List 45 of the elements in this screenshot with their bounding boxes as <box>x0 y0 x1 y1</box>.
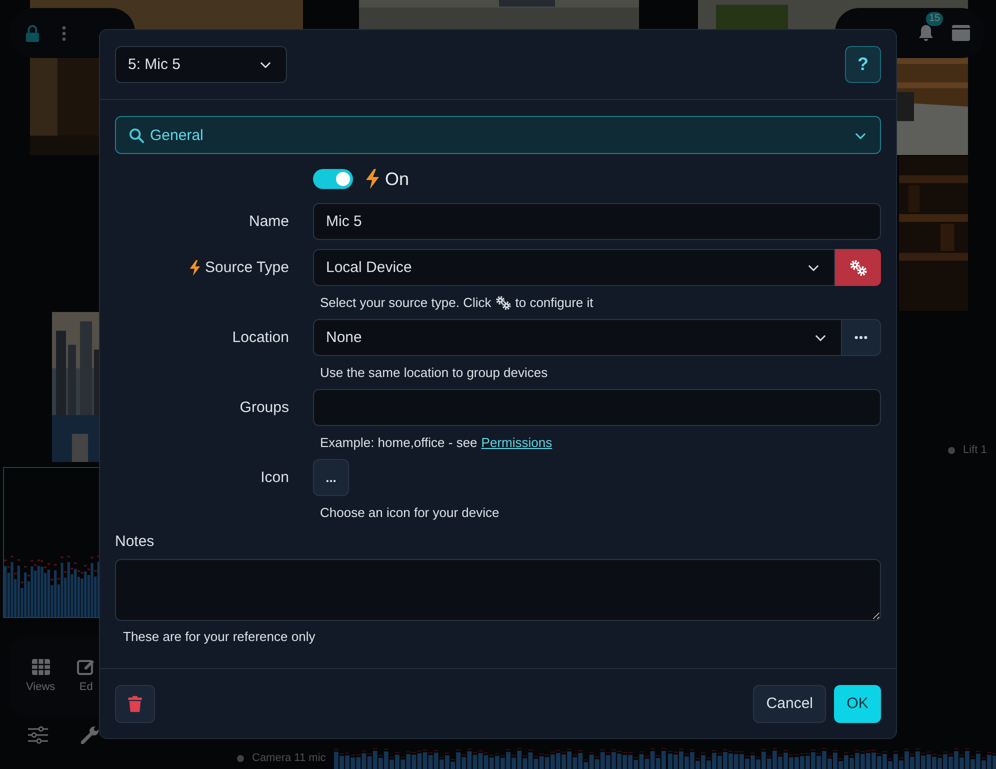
section-dropdown[interactable]: General <box>115 116 881 154</box>
help-text: Example: home,office - see <box>320 434 478 450</box>
camera-label: Camera 11 mic <box>252 752 326 764</box>
help-text: Select your source type. Click <box>320 294 492 310</box>
trash-icon <box>128 696 142 712</box>
field-label: Name <box>248 213 289 230</box>
edit-icon <box>77 659 96 675</box>
field-label: Groups <box>240 399 289 416</box>
permissions-link[interactable]: Permissions <box>481 434 552 450</box>
text-field[interactable] <box>313 389 881 426</box>
notes-field[interactable] <box>115 559 881 621</box>
toggle-switch[interactable] <box>313 169 353 189</box>
dropdown-field[interactable]: Local Device <box>313 249 835 286</box>
help-text: Use the same location to group devices <box>320 364 548 380</box>
grid-icon <box>32 659 50 675</box>
camera-label: Lift 1 <box>963 444 987 456</box>
lightning-icon <box>189 260 200 276</box>
status-dot <box>237 754 244 762</box>
text-field[interactable]: Mic 5 <box>313 203 881 240</box>
device-select[interactable]: 5: Mic 5 <box>115 46 287 83</box>
icon-picker-button[interactable]: ... <box>313 459 349 496</box>
help-text: Choose an icon for your device <box>320 504 500 520</box>
lock-icon[interactable] <box>25 24 40 42</box>
settings-button[interactable] <box>835 249 881 286</box>
dropdown-field[interactable]: None <box>313 319 842 356</box>
field-label: Icon <box>260 469 289 486</box>
help-text: These are for your reference only <box>122 629 316 644</box>
status-dot <box>948 446 955 454</box>
gears-icon <box>495 294 512 310</box>
notes-label: Notes <box>115 533 156 552</box>
lightning-icon <box>365 169 379 189</box>
ok-button[interactable]: OK <box>834 684 881 722</box>
camera-tile[interactable] <box>3 467 99 618</box>
field-label: Location <box>232 329 289 346</box>
help-text: to configure it <box>515 294 594 310</box>
delete-button[interactable] <box>115 684 155 722</box>
cancel-button[interactable]: Cancel <box>753 684 826 722</box>
search-icon <box>129 128 144 142</box>
sliders-icon[interactable] <box>28 726 48 744</box>
wrench-icon[interactable] <box>81 726 99 744</box>
gears-icon <box>848 259 866 276</box>
status-label: On <box>385 168 410 190</box>
field-label: Source Type <box>205 259 289 276</box>
more-icon[interactable] <box>62 26 66 40</box>
ellipsis-icon <box>854 335 868 340</box>
